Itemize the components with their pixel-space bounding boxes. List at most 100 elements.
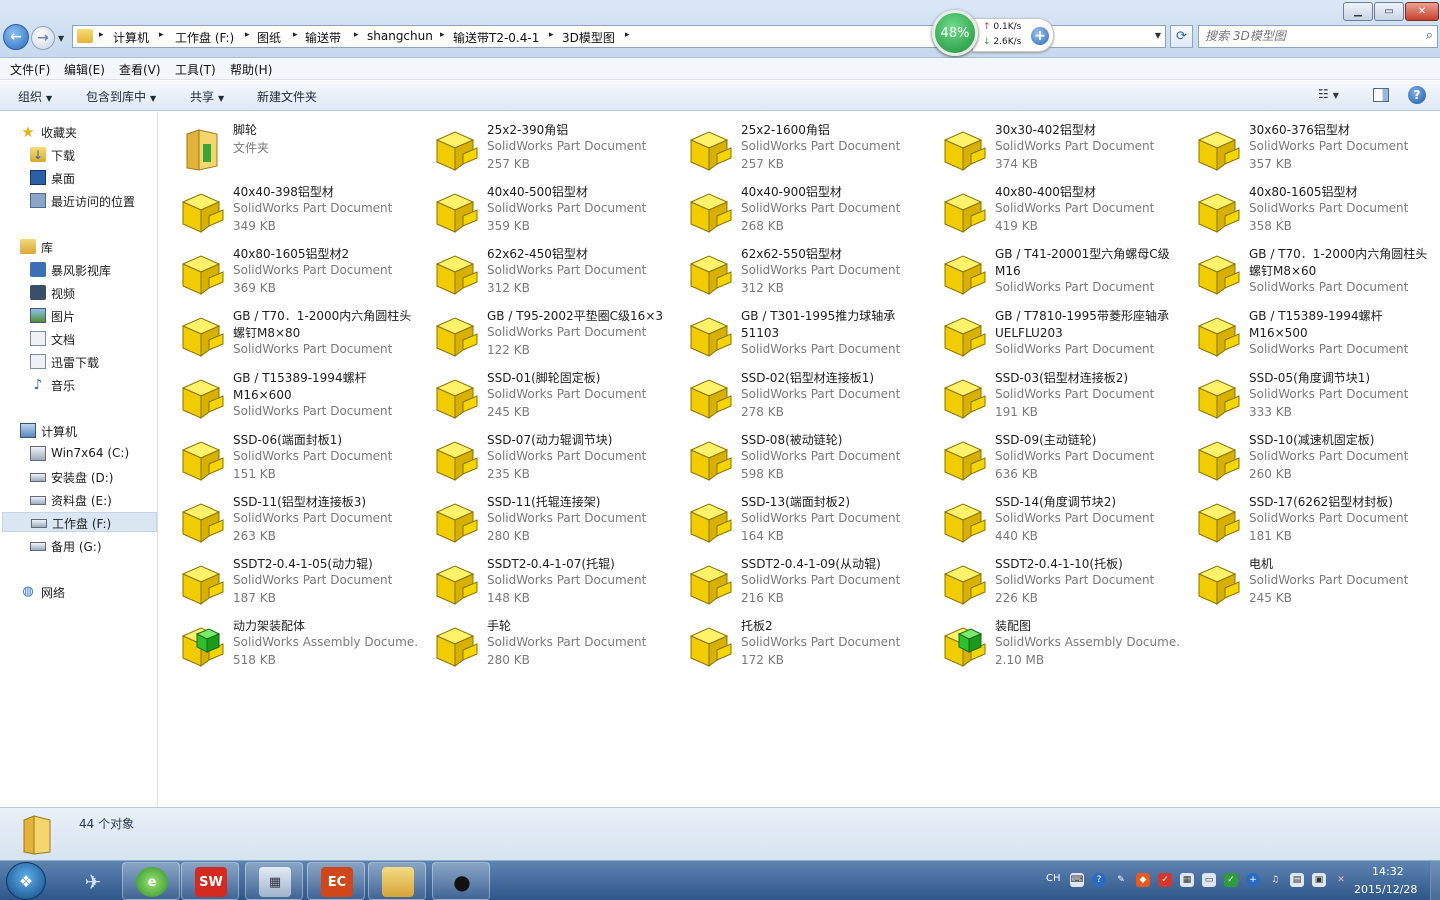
- search-icon[interactable]: ⌕: [1426, 28, 1433, 43]
- file-item[interactable]: 电机 SolidWorks Part Document 245 KB: [1177, 550, 1431, 612]
- chevron-right-icon[interactable]: ▸: [549, 30, 554, 40]
- help-icon[interactable]: ?: [1408, 86, 1426, 104]
- file-item[interactable]: 25x2-390角铝 SolidWorks Part Document 257 KB: [415, 116, 669, 178]
- antivirus-icon[interactable]: ✓: [1158, 873, 1172, 887]
- breadcrumb-item[interactable]: 计算机: [113, 29, 149, 46]
- chevron-right-icon[interactable]: ▸: [159, 30, 164, 40]
- network-speed-widget[interactable]: ↑ 0.1K/s ↓ 2.6K/s + 48%: [932, 10, 1057, 56]
- taskbar-qq[interactable]: ●: [432, 862, 490, 900]
- taskbar-presentation-app[interactable]: EC: [307, 862, 365, 900]
- share-button[interactable]: 共享 ▼: [190, 88, 224, 105]
- show-desktop-button[interactable]: [1430, 861, 1440, 900]
- file-item[interactable]: SSD-03(铝型材连接板2) SolidWorks Part Document 1…: [923, 364, 1177, 426]
- taskbar-pinned-app[interactable]: ✈: [63, 862, 121, 900]
- display-icon[interactable]: ▭: [1202, 873, 1216, 887]
- power-icon[interactable]: ▣: [1312, 873, 1326, 887]
- nav-computer[interactable]: 计算机: [20, 421, 175, 441]
- file-item[interactable]: SSD-11(托辊连接架) SolidWorks Part Document 280…: [415, 488, 669, 550]
- maximize-button[interactable]: ▭: [1374, 2, 1404, 21]
- volume-muted-icon[interactable]: ✕: [1334, 873, 1348, 887]
- nav-network[interactable]: ◍ 网络: [20, 582, 175, 602]
- search-box[interactable]: ⌕: [1198, 25, 1438, 48]
- menu-view[interactable]: 查看(V): [119, 61, 161, 78]
- file-item[interactable]: 40x40-398铝型材 SolidWorks Part Document 349 …: [161, 178, 415, 240]
- breadcrumb-item[interactable]: 工作盘 (F:): [175, 29, 234, 46]
- address-history-dropdown[interactable]: ▼: [1155, 31, 1161, 40]
- file-item[interactable]: SSDT2-0.4-1-07(托辊) SolidWorks Part Docume…: [415, 550, 669, 612]
- file-item[interactable]: 40x80-400铝型材 SolidWorks Part Document 419 …: [923, 178, 1177, 240]
- nav-drive-f[interactable]: 工作盘 (F:): [2, 512, 157, 532]
- file-item[interactable]: SSD-10(减速机固定板) SolidWorks Part Document 26…: [1177, 426, 1431, 488]
- breadcrumb-item[interactable]: 输送带T2-0.4-1: [453, 29, 539, 46]
- speaker-icon[interactable]: ♫: [1268, 873, 1282, 887]
- pen-icon[interactable]: ✎: [1114, 873, 1128, 887]
- file-item[interactable]: SSD-17(6262铝型材封板) SolidWorks Part Documen…: [1177, 488, 1431, 550]
- chevron-right-icon[interactable]: ▸: [245, 30, 250, 40]
- file-item[interactable]: 40x40-900铝型材 SolidWorks Part Document 268 …: [669, 178, 923, 240]
- file-item[interactable]: 30x60-376铝型材 SolidWorks Part Document 357 …: [1177, 116, 1431, 178]
- new-folder-button[interactable]: 新建文件夹: [257, 88, 317, 105]
- file-item[interactable]: GB / T7810-1995带菱形座轴承UELFLU203 SolidWorks…: [923, 302, 1177, 364]
- recent-pages-dropdown[interactable]: ▼: [58, 34, 64, 43]
- chevron-right-icon[interactable]: ▸: [440, 30, 445, 40]
- taskbar-explorer[interactable]: [368, 862, 426, 900]
- speedup-plus-icon[interactable]: +: [1031, 27, 1049, 45]
- search-input[interactable]: [1205, 29, 1415, 43]
- grid-app-icon[interactable]: ▦: [1180, 873, 1194, 887]
- nav-favorites[interactable]: ★ 收藏夹: [20, 122, 175, 142]
- chevron-right-icon[interactable]: ▸: [625, 30, 630, 40]
- file-item[interactable]: GB / T41-20001型六角螺母C级M16 SolidWorks Part …: [923, 240, 1177, 302]
- breadcrumb-item[interactable]: 3D模型图: [562, 29, 615, 46]
- file-item[interactable]: 手轮 SolidWorks Part Document 280 KB: [415, 612, 669, 674]
- file-item[interactable]: SSD-09(主动链轮) SolidWorks Part Document 636 …: [923, 426, 1177, 488]
- file-item[interactable]: 62x62-550铝型材 SolidWorks Part Document 312 …: [669, 240, 923, 302]
- chevron-right-icon[interactable]: ▸: [293, 30, 298, 40]
- file-item[interactable]: SSD-01(脚轮固定板) SolidWorks Part Document 245…: [415, 364, 669, 426]
- chevron-right-icon[interactable]: ▸: [99, 30, 104, 40]
- menu-file[interactable]: 文件(F): [10, 61, 50, 78]
- organize-button[interactable]: 组织 ▼: [18, 88, 52, 105]
- menu-tools[interactable]: 工具(T): [175, 61, 216, 78]
- network-icon[interactable]: ▤: [1290, 873, 1304, 887]
- file-item[interactable]: SSD-08(被动链轮) SolidWorks Part Document 598 …: [669, 426, 923, 488]
- forward-button[interactable]: →: [31, 26, 55, 50]
- file-item[interactable]: 30x30-402铝型材 SolidWorks Part Document 374 …: [923, 116, 1177, 178]
- taskbar-calculator[interactable]: ▦: [245, 862, 303, 900]
- file-item[interactable]: SSD-05(角度调节块1) SolidWorks Part Document 33…: [1177, 364, 1431, 426]
- file-item[interactable]: GB / T70．1-2000内六角圆柱头螺钉M8×60 SolidWorks P…: [1177, 240, 1431, 302]
- file-item[interactable]: SSDT2-0.4-1-09(从动辊) SolidWorks Part Docum…: [669, 550, 923, 612]
- file-item[interactable]: SSD-07(动力辊调节块) SolidWorks Part Document 23…: [415, 426, 669, 488]
- breadcrumb-item[interactable]: 图纸: [257, 29, 281, 46]
- file-item[interactable]: 托板2 SolidWorks Part Document 172 KB: [669, 612, 923, 674]
- file-item[interactable]: GB / T301-1995推力球轴承51103 SolidWorks Part …: [669, 302, 923, 364]
- file-item[interactable]: 40x40-500铝型材 SolidWorks Part Document 359 …: [415, 178, 669, 240]
- chevron-right-icon[interactable]: ▸: [354, 30, 359, 40]
- file-item[interactable]: 62x62-450铝型材 SolidWorks Part Document 312 …: [415, 240, 669, 302]
- file-item[interactable]: SSDT2-0.4-1-05(动力辊) SolidWorks Part Docum…: [161, 550, 415, 612]
- keyboard-icon[interactable]: ⌨: [1070, 873, 1084, 887]
- refresh-button[interactable]: ⟳: [1170, 25, 1193, 48]
- taskbar-browser[interactable]: e: [122, 862, 180, 900]
- clock-date[interactable]: 2015/12/28: [1354, 883, 1417, 896]
- close-button[interactable]: ✕: [1405, 2, 1439, 21]
- input-method-indicator[interactable]: CH: [1046, 873, 1061, 884]
- shield-icon[interactable]: ✓: [1224, 873, 1238, 887]
- taskbar-solidworks[interactable]: SW: [181, 862, 239, 900]
- file-item[interactable]: GB / T70．1-2000内六角圆柱头螺钉M8×80 SolidWorks P…: [161, 302, 415, 364]
- preview-pane-icon[interactable]: [1373, 88, 1389, 102]
- file-item[interactable]: GB / T15389-1994螺杆M16×500 SolidWorks Part…: [1177, 302, 1431, 364]
- file-item[interactable]: 装配图 SolidWorks Assembly Docume... 2.10 MB: [923, 612, 1180, 674]
- clock-time[interactable]: 14:32: [1372, 865, 1404, 878]
- file-item[interactable]: SSD-11(铝型材连接板3) SolidWorks Part Document 2…: [161, 488, 415, 550]
- file-item[interactable]: SSDT2-0.4-1-10(托板) SolidWorks Part Docume…: [923, 550, 1177, 612]
- breadcrumb-item[interactable]: shangchun: [367, 29, 433, 43]
- file-item[interactable]: SSD-14(角度调节块2) SolidWorks Part Document 44…: [923, 488, 1177, 550]
- folder-item[interactable]: 脚轮 文件夹: [161, 116, 415, 178]
- back-button[interactable]: ←: [3, 24, 29, 50]
- file-item[interactable]: SSD-02(铝型材连接板1) SolidWorks Part Document 2…: [669, 364, 923, 426]
- file-item[interactable]: GB / T15389-1994螺杆M16×600 SolidWorks Part…: [161, 364, 415, 426]
- nav-libraries[interactable]: 库: [20, 237, 175, 257]
- file-item[interactable]: 动力架装配体 SolidWorks Assembly Docume... 518 K…: [161, 612, 418, 674]
- security-app-icon[interactable]: ◆: [1136, 873, 1150, 887]
- menu-help[interactable]: 帮助(H): [230, 61, 272, 78]
